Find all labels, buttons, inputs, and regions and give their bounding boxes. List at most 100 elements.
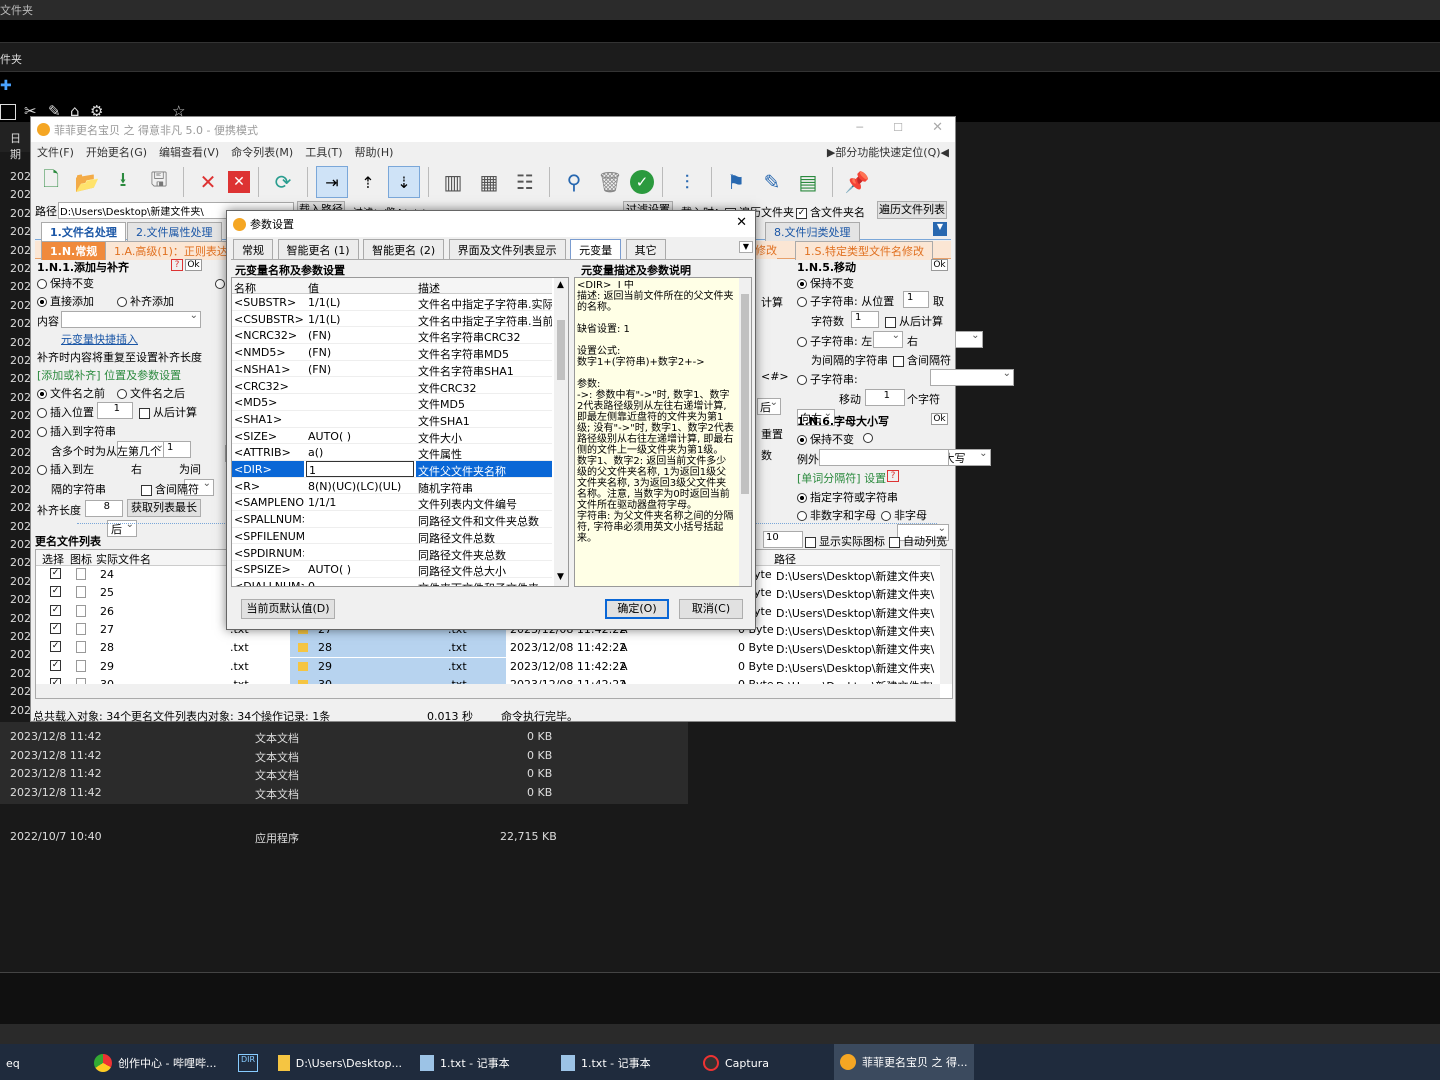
grid-row[interactable]: <ATTRIB> a() 文件属性 bbox=[232, 444, 552, 461]
date-col-header[interactable]: 日期 bbox=[10, 130, 30, 162]
save-list-icon[interactable]: 🖫 bbox=[143, 166, 175, 198]
row-checkbox[interactable]: ✓ bbox=[50, 659, 61, 671]
tab-metavar[interactable]: 元变量 bbox=[570, 239, 622, 260]
content-select[interactable] bbox=[61, 310, 201, 328]
col-select[interactable]: 选择 bbox=[42, 551, 64, 567]
restore-defaults-button[interactable]: 当前页默认值(D) bbox=[241, 599, 335, 619]
tab-normal[interactable]: 1.N.常规 bbox=[41, 241, 107, 260]
table-vscroll[interactable] bbox=[940, 550, 952, 684]
dialog-close-icon[interactable]: ✕ bbox=[736, 215, 747, 230]
clear-icon[interactable]: ✕ bbox=[228, 171, 250, 193]
menu-file[interactable]: 文件(F) bbox=[37, 144, 74, 160]
flag-icon[interactable]: ⚑ bbox=[720, 166, 752, 198]
before-name-radio[interactable]: 文件名之前 bbox=[37, 385, 105, 401]
substr-radio[interactable]: 子字符串: 从位置 bbox=[797, 293, 894, 309]
tab-smart-rename-1[interactable]: 智能更名 (1) bbox=[277, 239, 359, 260]
mid-after-select[interactable]: 后 bbox=[757, 397, 781, 415]
tab-classify[interactable]: 8.文件归类处理 bbox=[765, 222, 860, 241]
menu-command-list[interactable]: 命令列表(M) bbox=[231, 144, 293, 160]
tab-dropdown-icon[interactable]: ▼ bbox=[933, 222, 947, 236]
metavar-insert-link[interactable]: 元变量快捷插入 bbox=[61, 331, 138, 347]
grid-row[interactable]: <DIALLNUM>0文件夹下文件和子文件夹 bbox=[232, 578, 552, 586]
ok-mini-button[interactable]: Ok bbox=[931, 259, 948, 271]
tab-smart-rename-2[interactable]: 智能更名 (2) bbox=[363, 239, 445, 260]
checklist-icon[interactable]: ☷ bbox=[509, 166, 541, 198]
maximize-icon[interactable]: ☐ bbox=[893, 121, 903, 134]
auto-width-checkbox[interactable]: 自动列宽 bbox=[889, 533, 947, 549]
exception-input[interactable] bbox=[819, 449, 949, 466]
grid-row[interactable]: <SUBSTR> 1/1(L) 文件名中指定子字符串.实际 bbox=[232, 294, 552, 311]
remove-icon[interactable]: ✕ bbox=[192, 166, 224, 198]
substr-left-radio[interactable]: 子字符串: 左 bbox=[797, 333, 872, 349]
grid-row[interactable]: <CRC32> 文件CRC32 bbox=[232, 378, 552, 395]
taskbar-item-renamer[interactable]: 菲菲更名宝贝 之 得... bbox=[834, 1044, 974, 1080]
col-path[interactable]: 路径 bbox=[774, 551, 796, 567]
tab-general[interactable]: 常规 bbox=[233, 239, 273, 260]
row-checkbox[interactable]: ✓ bbox=[50, 641, 61, 653]
check-icon[interactable]: ✓ bbox=[630, 170, 654, 194]
move-down-icon[interactable]: ⇣ bbox=[388, 166, 420, 198]
substr2-select[interactable] bbox=[930, 368, 1014, 386]
menu-edit-view[interactable]: 编辑查看(V) bbox=[159, 144, 219, 160]
keep-radio[interactable]: 保持不变 bbox=[37, 275, 94, 291]
grid-row[interactable]: <SIZE> AUTO( ) 文件大小 bbox=[232, 428, 552, 445]
col-icon[interactable]: 图标 bbox=[70, 551, 92, 567]
taskbar-item-eq[interactable]: eq bbox=[0, 1048, 80, 1078]
taskbar-item-app[interactable]: DIR bbox=[232, 1048, 266, 1078]
move-stepper[interactable]: 1 bbox=[865, 389, 905, 406]
tab-filename[interactable]: 1.文件名处理 bbox=[41, 222, 126, 241]
fill-add-radio[interactable]: 补齐添加 bbox=[117, 293, 174, 309]
desc-scrollbar[interactable] bbox=[739, 278, 751, 586]
list-count-input[interactable]: 10 bbox=[763, 531, 803, 548]
grid-row[interactable]: <CSUBSTR> 1/1(L) 文件名中指定子字符串.当前 bbox=[232, 311, 552, 328]
get-max-button[interactable]: 获取列表最长 bbox=[127, 499, 201, 517]
insert-pos-stepper[interactable]: 1 bbox=[97, 402, 133, 419]
taskbar-item-notepad-1[interactable]: 1.txt - 记事本 bbox=[414, 1048, 550, 1078]
spec-char-radio[interactable]: 指定字符或字符串 bbox=[797, 489, 898, 505]
move-from-end-checkbox[interactable]: 从后计算 bbox=[885, 313, 943, 329]
tab-other[interactable]: 其它 bbox=[625, 239, 666, 260]
grid-row[interactable]: <NCRC32> (FN) 文件名字符串CRC32 bbox=[232, 327, 552, 345]
taskbar-item-notepad-2[interactable]: 1.txt - 记事本 bbox=[555, 1048, 691, 1078]
desc-scroll-thumb[interactable] bbox=[741, 294, 749, 494]
scroll-up-icon[interactable]: ▲ bbox=[557, 280, 564, 290]
ok-button[interactable]: 确定(O) bbox=[605, 599, 669, 619]
multi-left-stepper[interactable]: 1 bbox=[163, 441, 191, 458]
non-alnum-radio[interactable]: 非数字和字母 bbox=[797, 507, 876, 523]
non-alpha-radio[interactable]: 非字母 bbox=[881, 507, 927, 523]
table-hscroll[interactable] bbox=[36, 684, 940, 698]
substr-left-select[interactable] bbox=[873, 330, 903, 348]
row-checkbox[interactable]: ✓ bbox=[50, 568, 61, 579]
contains-sep-checkbox[interactable]: 含间隔符 bbox=[141, 481, 199, 497]
grid-row[interactable]: <SAMPLENO> 1/1/1 文件列表内文件编号 bbox=[232, 494, 552, 512]
ok-mini-button[interactable]: Ok bbox=[185, 259, 202, 271]
sliders-icon[interactable]: ⫶ bbox=[671, 166, 703, 198]
grid-row[interactable]: <SPSIZE> AUTO( ) 同路径文件总大小 bbox=[232, 561, 552, 578]
menu-help[interactable]: 帮助(H) bbox=[355, 144, 394, 160]
help-icon[interactable]: ? bbox=[887, 470, 899, 482]
refresh-icon[interactable]: ⟳ bbox=[267, 166, 299, 198]
include-folder-checkbox[interactable]: ✓ 含文件夹名 bbox=[796, 204, 865, 220]
taskbar-item-captura[interactable]: Captura bbox=[697, 1048, 827, 1078]
tab-attributes[interactable]: 2.文件属性处理 bbox=[127, 222, 222, 241]
grid-row[interactable]: <NSHA1> (FN) 文件名字符串SHA1 bbox=[232, 361, 552, 378]
explorer-file-row[interactable]: 2023/12/8 11:42 文本文档 0 KB bbox=[0, 730, 680, 748]
taskbar-item-explorer[interactable]: D:\Users\Desktop... bbox=[272, 1048, 408, 1078]
tab-ui-list[interactable]: 界面及文件列表显示 bbox=[448, 239, 566, 260]
plus-icon[interactable]: ✚ bbox=[0, 78, 12, 94]
menu-start-rename[interactable]: 开始更名(G) bbox=[86, 144, 147, 160]
dialog-tab-dropdown-icon[interactable]: ▼ bbox=[739, 241, 753, 253]
minimize-icon[interactable]: ─ bbox=[856, 121, 863, 134]
explorer-file-row[interactable]: 2023/12/8 11:42 文本文档 0 KB bbox=[0, 786, 680, 804]
fill-length-stepper[interactable]: 8 bbox=[85, 500, 123, 517]
table-row[interactable]: ✓ 29 .txt 29 .txt 2023/12/08 11:42:22 A 0 Byte D… bbox=[38, 657, 934, 676]
taskbar-item-browser[interactable]: 创作中心 - 哔哩哔... bbox=[88, 1048, 226, 1078]
grid-scrollbar[interactable]: ▲ ▼ bbox=[554, 278, 568, 586]
scroll-down-icon[interactable]: ▼ bbox=[557, 572, 564, 582]
tab-modify[interactable]: 修改 bbox=[755, 241, 777, 259]
show-icon-checkbox[interactable]: 显示实际图标 bbox=[805, 533, 885, 549]
table-row[interactable]: ✓30.txt30.txt2023/12/08 11:42:22A0 ByteD… bbox=[38, 675, 934, 684]
direct-add-radio[interactable]: 直接添加 bbox=[37, 293, 94, 309]
explorer-file-row[interactable]: 2023/12/8 11:42 文本文档 0 KB bbox=[0, 749, 680, 767]
substr-right-select[interactable] bbox=[954, 330, 983, 348]
